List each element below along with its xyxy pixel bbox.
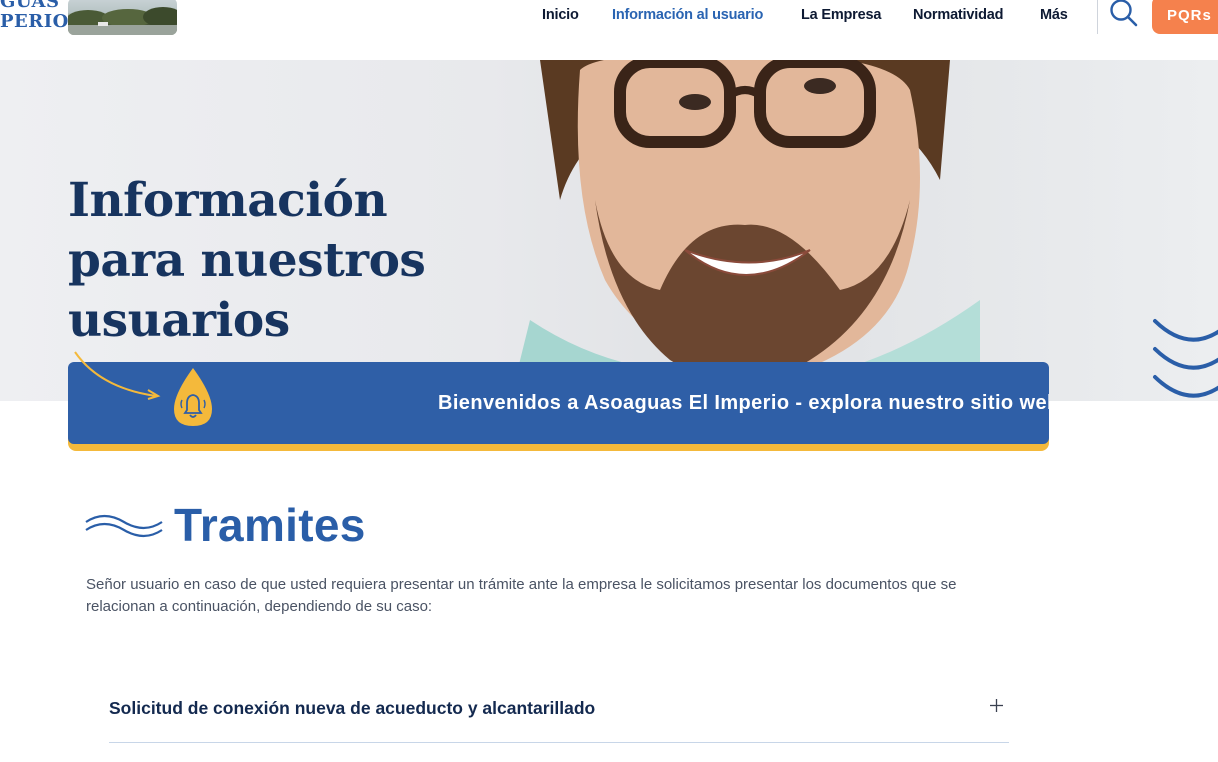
nav-informacion-usuario[interactable]: Información al usuario — [612, 7, 763, 23]
logo-line-2: PERIO — [0, 11, 69, 32]
pqrs-button[interactable]: PQRs — [1152, 0, 1218, 34]
waves-decoration — [1153, 319, 1218, 398]
logo-photo[interactable] — [68, 0, 177, 35]
hero-title-line-3: usuarios — [68, 293, 290, 349]
accordion-item[interactable]: Solicitud de conexión nueva de acueducto… — [109, 690, 1009, 743]
plus-icon[interactable] — [989, 698, 1004, 713]
tramites-description: Señor usuario en caso de que usted requi… — [86, 576, 957, 615]
nav-divider — [1097, 0, 1098, 34]
hero-person-image — [510, 60, 980, 401]
accordion-item-label[interactable]: Solicitud de conexión nueva de acueducto… — [109, 698, 595, 719]
banner-text: Bienvenidos a Asoaguas El Imperio - expl… — [438, 392, 1049, 414]
tramites-wave-icon — [85, 514, 163, 538]
hero-section: Información para nuestros usuarios — [0, 60, 1218, 401]
site-header: GUAS PERIO Inicio Información al usuario… — [0, 0, 1218, 60]
nav-inicio[interactable]: Inicio — [542, 7, 579, 23]
welcome-banner: Bienvenidos a Asoaguas El Imperio - expl… — [68, 362, 1049, 444]
tramites-title: Tramites — [174, 499, 366, 551]
bell-drop-icon — [174, 368, 212, 426]
nav-normatividad[interactable]: Normatividad — [913, 7, 1003, 23]
hero-title: Información para nuestros usuarios — [68, 171, 447, 351]
nav-mas[interactable]: Más — [1040, 7, 1068, 23]
nav-la-empresa[interactable]: La Empresa — [801, 7, 881, 23]
search-icon[interactable] — [1108, 0, 1140, 29]
hero-title-line-2: para nuestros — [68, 231, 447, 291]
logo-text[interactable]: GUAS PERIO — [0, 0, 69, 32]
arrow-decoration — [74, 351, 161, 400]
hero-title-line-1: Información — [68, 173, 388, 229]
